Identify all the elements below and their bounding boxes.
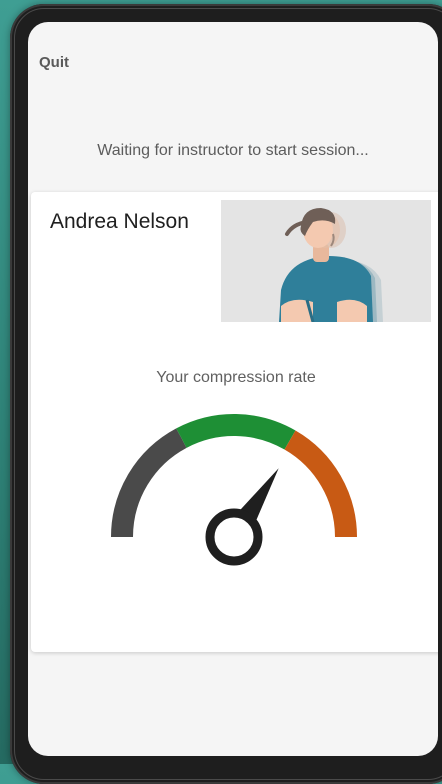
person-compressions-illustration-icon xyxy=(221,200,431,322)
gauge-needle-hub xyxy=(205,508,263,566)
student-name: Andrea Nelson xyxy=(50,210,189,233)
quit-button[interactable]: Quit xyxy=(39,54,69,71)
avatar-illustration xyxy=(279,208,383,322)
speedometer-gauge-icon xyxy=(111,414,357,566)
compression-rate-label: Your compression rate xyxy=(156,369,316,386)
app-screen: Quit Waiting for instructor to start ses… xyxy=(28,22,438,756)
gauge-zone-too-fast xyxy=(284,430,357,538)
waiting-status-text: Waiting for instructor to start session.… xyxy=(97,142,369,159)
gauge-zone-too-slow xyxy=(111,428,187,538)
gauge-zone-target xyxy=(176,414,296,450)
student-card: Andrea Nelson Your compression rate xyxy=(31,192,438,652)
